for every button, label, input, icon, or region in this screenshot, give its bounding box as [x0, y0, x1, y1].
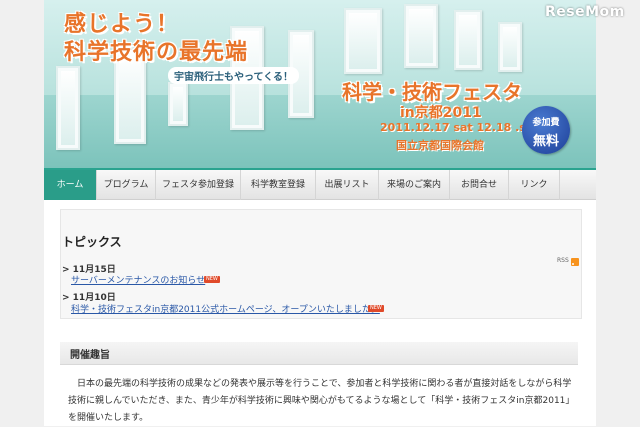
event-dates: 2011.12.17 sat 12.18 .sun: [380, 121, 542, 134]
news-link[interactable]: 科学・技術フェスタin京都2011公式ホームページ、オープンいたしました。: [71, 302, 380, 315]
purpose-section-header: 開催趣旨: [60, 342, 578, 365]
door-graphic: [168, 82, 188, 126]
purpose-paragraph: 日本の最先端の科学技術の成果などの発表や展示等を行うことで、参加者と科学技術に関…: [68, 379, 575, 423]
rss-icon[interactable]: [571, 258, 579, 266]
resemom-watermark: ReseMom: [545, 4, 625, 20]
door-graphic: [454, 10, 482, 70]
free-badge-line2: 無料: [532, 134, 559, 149]
nav-visitor-guide[interactable]: 来場のご案内: [379, 170, 450, 200]
door-graphic: [344, 8, 382, 74]
nav-links[interactable]: リンク: [509, 170, 560, 200]
catch-copy-line2: 科学技術の最先端: [64, 40, 249, 65]
door-graphic: [404, 4, 438, 68]
topics-heading: トピックス: [62, 235, 122, 249]
astronaut-callout: 宇宙飛行士もやってくる！: [168, 67, 299, 84]
nav-festa-registration[interactable]: フェスタ参加登録: [156, 170, 241, 200]
new-badge: NEW: [368, 305, 384, 312]
hero-banner: 感じよう！ 科学技術の最先端 宇宙飛行士もやってくる！ 科学・技術フェスタ in…: [44, 0, 596, 168]
event-subtitle: in京都2011: [400, 105, 482, 121]
event-title: 科学・技術フェスタ: [342, 80, 522, 104]
nav-contact[interactable]: お問合せ: [450, 170, 509, 200]
nav-program[interactable]: プログラム: [97, 170, 156, 200]
door-graphic: [498, 22, 522, 72]
rss-label[interactable]: RSS: [557, 257, 569, 264]
purpose-heading: 開催趣旨: [70, 350, 110, 361]
event-venue: 国立京都国際会館: [396, 139, 484, 152]
door-graphic: [56, 66, 80, 150]
free-admission-badge: 参加費 無料: [522, 106, 570, 154]
news-link[interactable]: サーバーメンテナンスのお知らせ: [71, 273, 205, 286]
nav-home[interactable]: ホーム: [44, 170, 97, 200]
purpose-body: 日本の最先端の科学技術の成果などの発表や展示等を行うことで、参加者と科学技術に関…: [68, 376, 578, 427]
main-nav: ホーム プログラム フェスタ参加登録 科学教室登録 出展リスト 来場のご案内 お…: [44, 168, 596, 200]
free-badge-line1: 参加費: [532, 118, 560, 128]
nav-class-registration[interactable]: 科学教室登録: [241, 170, 316, 200]
nav-exhibitor-list[interactable]: 出展リスト: [316, 170, 379, 200]
new-badge: NEW: [204, 276, 220, 283]
